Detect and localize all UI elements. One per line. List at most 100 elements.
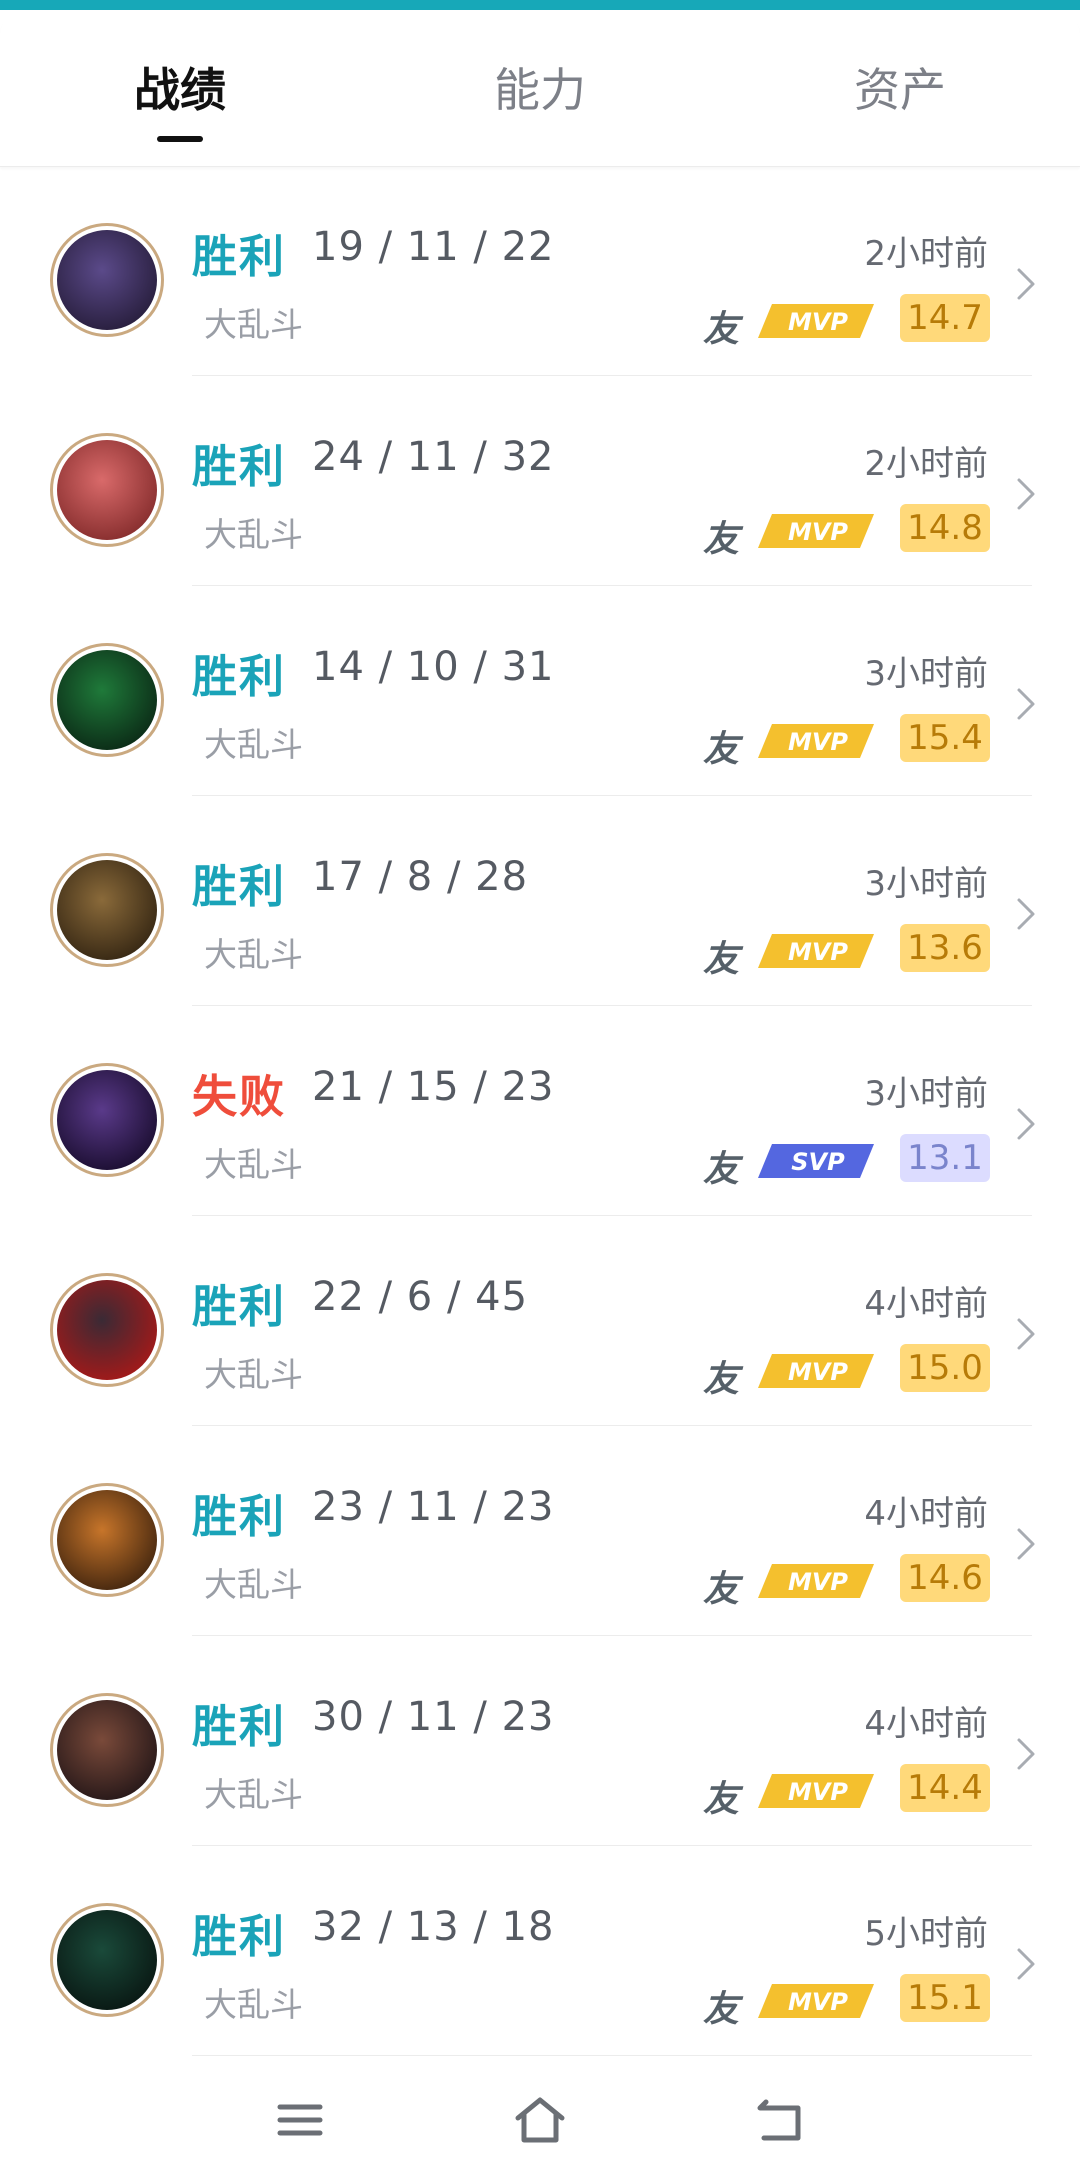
match-score: 15.0 [900,1344,990,1392]
match-row[interactable]: 胜利 17 / 8 / 28 大乱斗 3小时前 友 MVP 13.6 [0,796,1080,1006]
tab-assets-label: 资产 [854,63,946,117]
back-icon[interactable] [750,2090,810,2150]
friend-tag: 友 [703,1779,740,1820]
match-result: 胜利 [192,1700,287,1753]
match-kda: 24 / 11 / 32 [312,434,555,480]
match-time: 3小时前 [864,654,988,694]
tab-assets[interactable]: 资产 [780,54,1020,134]
match-result: 胜利 [192,440,287,493]
match-mode: 大乱斗 [204,935,303,974]
chevron-right-icon[interactable] [1014,686,1038,722]
match-row[interactable]: 胜利 23 / 11 / 23 大乱斗 4小时前 友 MVP 14.6 [0,1426,1080,1636]
hero-avatar [50,433,164,547]
tab-active-indicator [157,136,203,142]
match-mode: 大乱斗 [204,725,303,764]
match-mode: 大乱斗 [204,515,303,554]
home-icon[interactable] [510,2090,570,2150]
hero-avatar [50,1483,164,1597]
match-list: 胜利 19 / 11 / 22 大乱斗 2小时前 友 MVP 14.7 胜利 2… [0,166,1080,2056]
match-result: 胜利 [192,230,287,283]
hero-avatar [50,1273,164,1387]
tab-ability[interactable]: 能力 [420,54,660,134]
match-row[interactable]: 胜利 19 / 11 / 22 大乱斗 2小时前 友 MVP 14.7 [0,166,1080,376]
status-accent-bar [0,0,1080,10]
match-time: 2小时前 [864,234,988,274]
match-result: 胜利 [192,1910,287,1963]
tab-record-label: 战绩 [134,63,226,117]
match-score: 15.4 [900,714,990,762]
hero-avatar [50,223,164,337]
friend-tag: 友 [703,939,740,980]
match-row[interactable]: 胜利 14 / 10 / 31 大乱斗 3小时前 友 MVP 15.4 [0,586,1080,796]
hero-avatar [50,1063,164,1177]
badge-label: MVP [788,938,848,966]
hero-avatar [50,1693,164,1807]
match-result: 胜利 [192,860,287,913]
match-row[interactable]: 胜利 32 / 13 / 18 大乱斗 5小时前 友 MVP 15.1 [0,1846,1080,2056]
chevron-right-icon[interactable] [1014,476,1038,512]
chevron-right-icon[interactable] [1014,896,1038,932]
match-score: 14.6 [900,1554,990,1602]
badge-label: MVP [788,1568,848,1596]
match-mode: 大乱斗 [204,1775,303,1814]
match-score: 13.1 [900,1134,990,1182]
match-row[interactable]: 胜利 30 / 11 / 23 大乱斗 4小时前 友 MVP 14.4 [0,1636,1080,1846]
chevron-right-icon[interactable] [1014,266,1038,302]
svp-badge-icon: SVP [758,1144,874,1178]
match-kda: 22 / 6 / 45 [312,1274,529,1320]
tab-bar: 战绩 能力 资产 [0,10,1080,167]
badge-label: MVP [788,1778,848,1806]
match-score: 13.6 [900,924,990,972]
match-mode: 大乱斗 [204,1355,303,1394]
mvp-badge-icon: MVP [758,1354,874,1388]
friend-tag: 友 [703,729,740,770]
badge-label: MVP [788,1358,848,1386]
match-result: 胜利 [192,1490,287,1543]
match-time: 5小时前 [864,1914,988,1954]
friend-tag: 友 [703,1149,740,1190]
match-time: 2小时前 [864,444,988,484]
tab-record[interactable]: 战绩 [60,54,300,142]
friend-tag: 友 [703,309,740,350]
hero-avatar [50,853,164,967]
system-nav-bar [0,2060,1080,2180]
chevron-right-icon[interactable] [1014,1736,1038,1772]
match-time: 3小时前 [864,864,988,904]
chevron-right-icon[interactable] [1014,1946,1038,1982]
match-row[interactable]: 胜利 22 / 6 / 45 大乱斗 4小时前 友 MVP 15.0 [0,1216,1080,1426]
match-kda: 17 / 8 / 28 [312,854,529,900]
match-time: 4小时前 [864,1704,988,1744]
match-score: 14.8 [900,504,990,552]
chevron-right-icon[interactable] [1014,1106,1038,1142]
match-kda: 23 / 11 / 23 [312,1484,555,1530]
row-divider [192,2055,1032,2056]
match-mode: 大乱斗 [204,305,303,344]
mvp-badge-icon: MVP [758,514,874,548]
menu-icon[interactable] [270,2090,330,2150]
chevron-right-icon[interactable] [1014,1526,1038,1562]
hero-avatar [50,643,164,757]
match-row[interactable]: 胜利 24 / 11 / 32 大乱斗 2小时前 友 MVP 14.8 [0,376,1080,586]
hero-avatar [50,1903,164,2017]
badge-label: MVP [788,308,848,336]
badge-label: MVP [788,518,848,546]
match-kda: 21 / 15 / 23 [312,1064,555,1110]
friend-tag: 友 [703,1359,740,1400]
match-result: 失败 [192,1070,287,1123]
match-kda: 14 / 10 / 31 [312,644,555,690]
match-score: 14.7 [900,294,990,342]
match-mode: 大乱斗 [204,1145,303,1184]
mvp-badge-icon: MVP [758,1564,874,1598]
chevron-right-icon[interactable] [1014,1316,1038,1352]
mvp-badge-icon: MVP [758,934,874,968]
match-mode: 大乱斗 [204,1565,303,1604]
match-row[interactable]: 失败 21 / 15 / 23 大乱斗 3小时前 友 SVP 13.1 [0,1006,1080,1216]
mvp-badge-icon: MVP [758,1984,874,2018]
friend-tag: 友 [703,1989,740,2030]
mvp-badge-icon: MVP [758,724,874,758]
badge-label: MVP [788,1988,848,2016]
match-result: 胜利 [192,1280,287,1333]
match-time: 3小时前 [864,1074,988,1114]
badge-label: SVP [791,1148,845,1176]
friend-tag: 友 [703,1569,740,1610]
